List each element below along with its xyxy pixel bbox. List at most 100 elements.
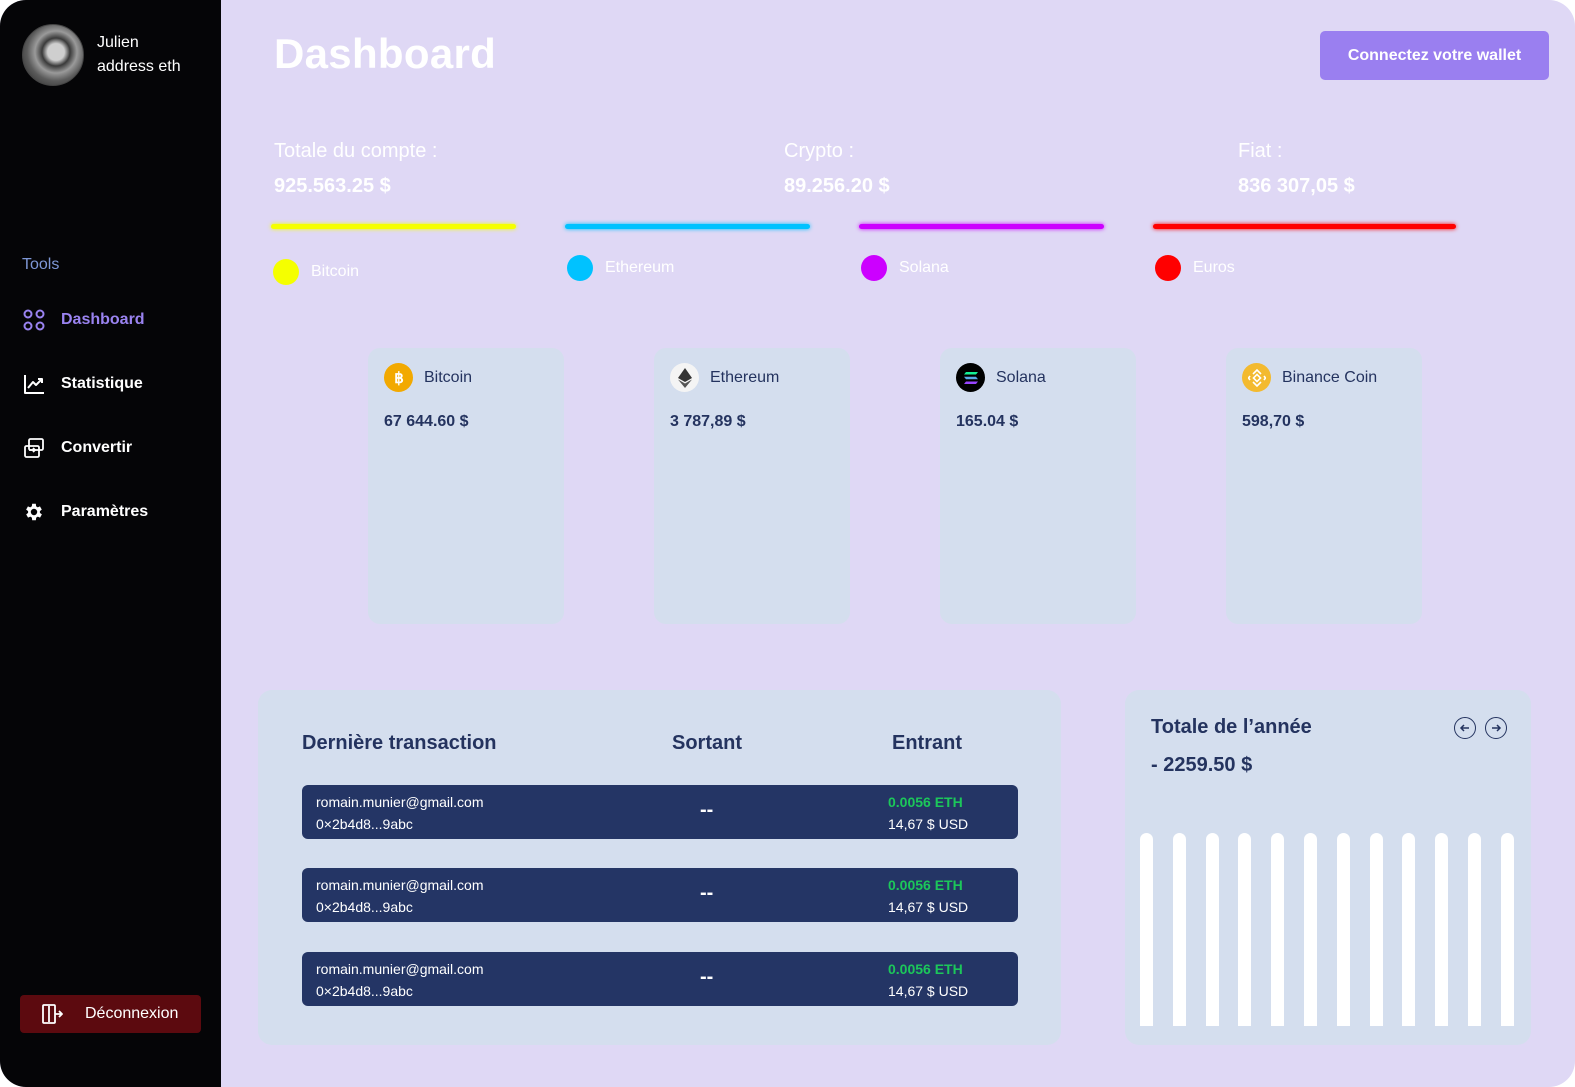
legend-dot — [1155, 255, 1181, 281]
user-address: address eth — [97, 58, 181, 75]
dashboard-grid-icon — [22, 308, 46, 332]
legend-label: Ethereum — [605, 259, 675, 276]
coin-card-header: ฿ Bitcoin — [384, 363, 472, 392]
year-bar — [1140, 833, 1153, 1026]
prev-arrow-button[interactable] — [1454, 717, 1476, 739]
legend-label: Bitcoin — [311, 263, 360, 280]
coin-name: Ethereum — [710, 368, 780, 386]
tx-in-amount: 0.0056 ETH — [888, 877, 963, 893]
year-summary-value: - 2259.50 $ — [1151, 754, 1253, 776]
year-bar — [1304, 833, 1317, 1026]
legend-dot — [567, 255, 593, 281]
sidebar: Julien address eth Tools Dashboard Stati… — [0, 0, 221, 1087]
table-row[interactable]: romain.munier@gmail.com 0×2b4d8...9abc -… — [302, 868, 1018, 922]
year-bar — [1337, 833, 1350, 1026]
tx-in-usd: 14,67 $ USD — [888, 816, 969, 832]
sidebar-item-statistique[interactable]: Statistique — [22, 369, 143, 399]
logout-button[interactable]: Déconnexion — [20, 995, 201, 1033]
legend-solana: Solana — [861, 255, 949, 281]
table-row[interactable]: romain.munier@gmail.com 0×2b4d8...9abc -… — [302, 785, 1018, 839]
arrow-left-icon — [1459, 724, 1469, 732]
stat-label: Crypto : — [784, 140, 855, 162]
year-bar — [1402, 833, 1415, 1026]
year-bar — [1370, 833, 1383, 1026]
year-bar — [1173, 833, 1186, 1026]
avatar[interactable] — [22, 24, 84, 86]
legend-label: Euros — [1193, 259, 1235, 276]
coin-card-bitcoin[interactable]: ฿ Bitcoin 67 644.60 $ — [368, 348, 564, 624]
stat-value: 925.563.25 $ — [274, 175, 391, 197]
sidebar-item-parametres[interactable]: Paramètres — [22, 497, 148, 527]
sidebar-item-convertir[interactable]: Convertir — [22, 433, 132, 463]
logout-icon — [40, 1002, 64, 1026]
stat-label: Fiat : — [1238, 140, 1283, 162]
transactions-title: Dernière transaction — [302, 732, 497, 754]
year-bar — [1238, 833, 1251, 1026]
solana-icon — [956, 363, 985, 392]
tx-email: romain.munier@gmail.com — [316, 794, 484, 810]
tx-address: 0×2b4d8...9abc — [316, 816, 413, 832]
next-arrow-button[interactable] — [1485, 717, 1507, 739]
sidebar-item-label: Dashboard — [61, 311, 145, 328]
legend-ethereum: Ethereum — [567, 255, 674, 281]
logout-label: Déconnexion — [85, 1005, 179, 1022]
allocation-bar-ethereum — [565, 224, 810, 229]
tx-in-usd: 14,67 $ USD — [888, 983, 969, 999]
connect-wallet-button[interactable]: Connectez votre wallet — [1320, 31, 1549, 80]
app-window: Julien address eth Tools Dashboard Stati… — [0, 0, 1575, 1087]
stat-value: 836 307,05 $ — [1238, 175, 1355, 197]
legend-euros: Euros — [1155, 255, 1235, 281]
year-bar — [1501, 833, 1514, 1026]
stat-crypto: Crypto : 89.256.20 $ — [784, 140, 890, 198]
year-bar — [1435, 833, 1448, 1026]
stat-value: 89.256.20 $ — [784, 175, 890, 197]
tx-in-amount: 0.0056 ETH — [888, 794, 963, 810]
page-title: Dashboard — [274, 30, 497, 77]
tx-in-usd: 14,67 $ USD — [888, 899, 969, 915]
coin-name: Bitcoin — [424, 368, 473, 386]
coin-price: 3 787,89 $ — [670, 413, 746, 430]
column-header-in: Entrant — [892, 732, 962, 754]
coin-name: Solana — [996, 368, 1046, 386]
allocation-bar-solana — [859, 224, 1104, 229]
coin-card-ethereum[interactable]: Ethereum 3 787,89 $ — [654, 348, 850, 624]
year-bar — [1206, 833, 1219, 1026]
transactions-panel: Dernière transaction Sortant Entrant rom… — [258, 690, 1061, 1045]
arrow-right-icon — [1492, 724, 1502, 732]
tx-email: romain.munier@gmail.com — [316, 877, 484, 893]
legend-dot — [273, 259, 299, 285]
year-summary-title: Totale de l’année — [1151, 716, 1312, 738]
coin-price: 165.04 $ — [956, 413, 1019, 430]
user-name: Julien — [97, 34, 139, 51]
chart-line-icon — [22, 372, 46, 396]
tx-out: -- — [700, 966, 714, 988]
tx-in-amount: 0.0056 ETH — [888, 961, 963, 977]
binance-icon — [1242, 363, 1271, 392]
coin-card-binance[interactable]: Binance Coin 598,70 $ — [1226, 348, 1422, 624]
sidebar-item-dashboard[interactable]: Dashboard — [22, 305, 145, 335]
svg-text:฿: ฿ — [394, 370, 404, 387]
tx-out: -- — [700, 882, 714, 904]
sidebar-item-label: Paramètres — [61, 503, 149, 520]
tx-address: 0×2b4d8...9abc — [316, 983, 413, 999]
coin-card-header: Binance Coin — [1242, 363, 1377, 392]
table-row[interactable]: romain.munier@gmail.com 0×2b4d8...9abc -… — [302, 952, 1018, 1006]
year-bar — [1468, 833, 1481, 1026]
tx-address: 0×2b4d8...9abc — [316, 899, 413, 915]
sidebar-item-label: Statistique — [61, 375, 143, 392]
allocation-bar-bitcoin — [271, 224, 516, 229]
year-bar — [1271, 833, 1284, 1026]
coin-price: 598,70 $ — [1242, 413, 1305, 430]
ethereum-icon — [670, 363, 699, 392]
coin-name: Binance Coin — [1282, 368, 1378, 386]
tx-email: romain.munier@gmail.com — [316, 961, 484, 977]
coin-card-header: Ethereum — [670, 363, 779, 392]
legend-bitcoin: Bitcoin — [273, 259, 359, 285]
coin-card-header: Solana — [956, 363, 1046, 392]
legend-dot — [861, 255, 887, 281]
sidebar-item-label: Convertir — [61, 439, 133, 456]
coin-card-solana[interactable]: Solana 165.04 $ — [940, 348, 1136, 624]
tools-section-label: Tools — [22, 256, 60, 273]
stat-account-total: Totale du compte : 925.563.25 $ — [274, 140, 437, 198]
tx-out: -- — [700, 799, 714, 821]
